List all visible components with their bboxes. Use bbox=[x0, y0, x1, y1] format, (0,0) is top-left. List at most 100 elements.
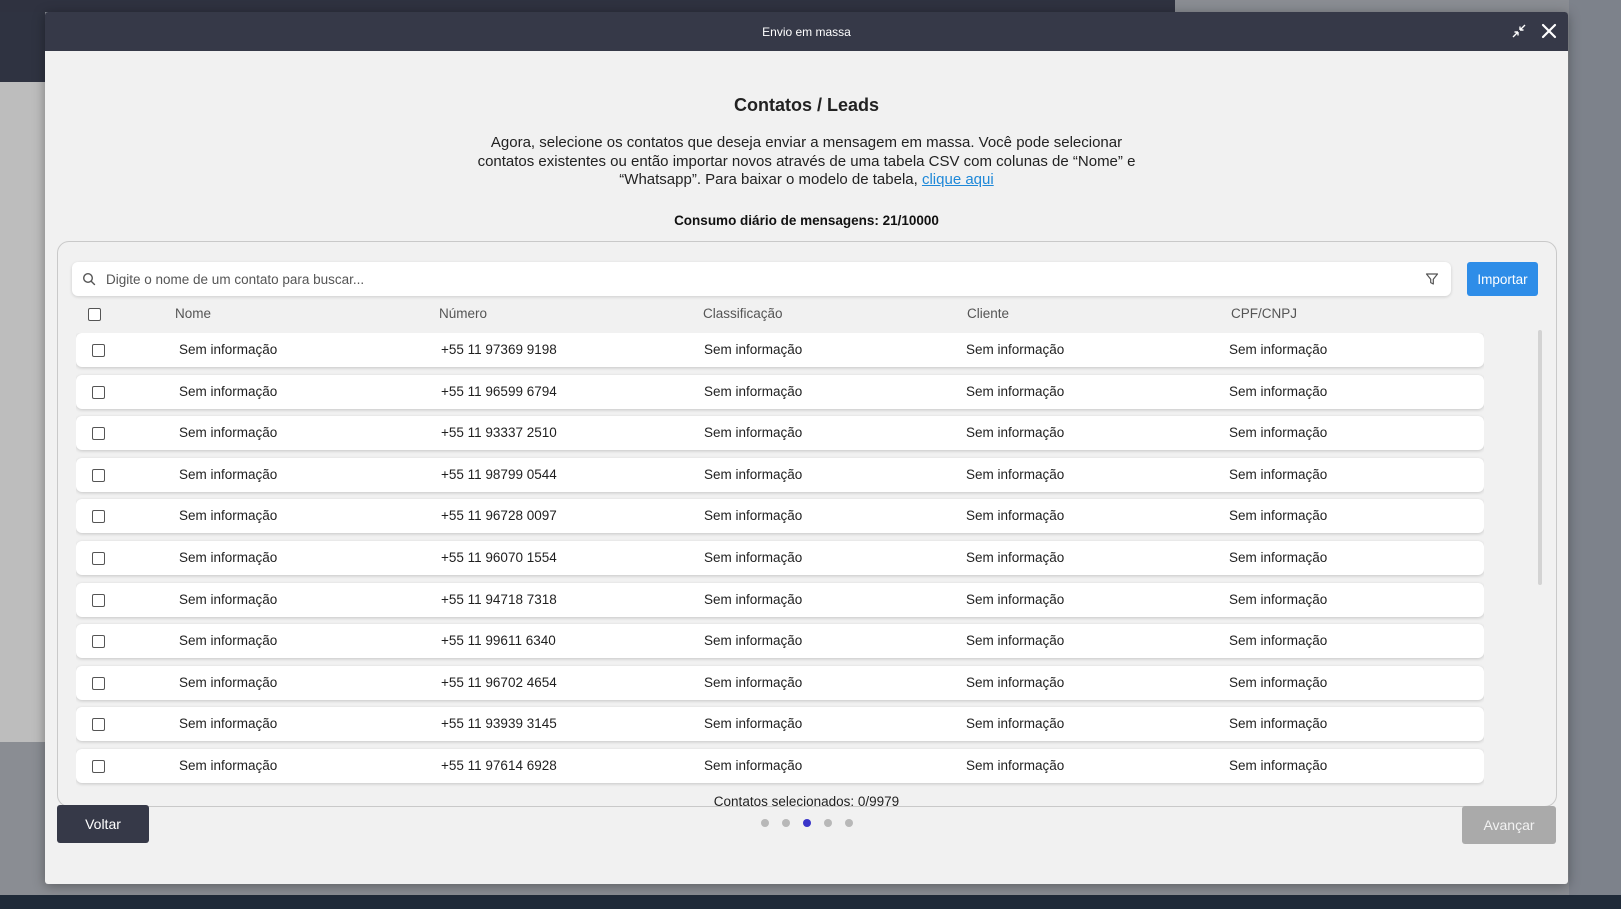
table-header: Nome Número Classificação Cliente CPF/CN… bbox=[72, 304, 1490, 326]
row-checkbox[interactable] bbox=[92, 385, 105, 399]
cell-nome: Sem informação bbox=[179, 633, 278, 649]
cell-nome: Sem informação bbox=[179, 466, 278, 482]
cell-nome: Sem informação bbox=[179, 716, 278, 732]
search-bar bbox=[72, 262, 1451, 296]
background-app-sidebar bbox=[0, 12, 45, 82]
cell-cpf-cnpj: Sem informação bbox=[1229, 508, 1328, 524]
step-dot bbox=[823, 819, 832, 827]
os-taskbar bbox=[0, 895, 1621, 909]
column-header-cpf-cnpj[interactable]: CPF/CNPJ bbox=[1231, 306, 1297, 321]
step-dot bbox=[781, 819, 790, 827]
table-row[interactable]: Sem informação +55 11 96070 1554 Sem inf… bbox=[76, 540, 1484, 575]
row-checkbox[interactable] bbox=[92, 510, 105, 524]
cell-numero: +55 11 96599 6794 bbox=[441, 383, 557, 399]
filter-icon[interactable] bbox=[1425, 271, 1441, 287]
search-input[interactable] bbox=[106, 271, 1425, 287]
cell-cliente: Sem informação bbox=[966, 342, 1065, 357]
back-button[interactable]: Voltar bbox=[57, 805, 149, 843]
modal-header: Envio em massa bbox=[45, 12, 1568, 51]
table-row[interactable]: Sem informação +55 11 98799 0544 Sem inf… bbox=[76, 457, 1484, 492]
next-button[interactable]: Avançar bbox=[1462, 806, 1556, 844]
table-row[interactable]: Sem informação +55 11 96702 4654 Sem inf… bbox=[76, 665, 1484, 700]
step-dot bbox=[760, 819, 769, 827]
row-checkbox[interactable] bbox=[92, 718, 105, 732]
table-row[interactable]: Sem informação +55 11 99611 6340 Sem inf… bbox=[76, 624, 1484, 659]
cell-nome: Sem informação bbox=[179, 425, 278, 441]
cell-classificacao: Sem informação bbox=[704, 633, 803, 649]
cell-numero: +55 11 96070 1554 bbox=[441, 549, 557, 565]
table-row[interactable]: Sem informação +55 11 97614 6928 Sem inf… bbox=[76, 748, 1484, 783]
close-icon[interactable] bbox=[1538, 20, 1560, 42]
cell-cpf-cnpj: Sem informação bbox=[1229, 549, 1328, 565]
cell-cpf-cnpj: Sem informação bbox=[1229, 633, 1328, 649]
cell-cpf-cnpj: Sem informação bbox=[1229, 716, 1328, 732]
bulk-send-modal: Envio em massa Contatos / Leads Agora, s… bbox=[45, 12, 1568, 884]
table-scrollbar[interactable] bbox=[1538, 330, 1542, 585]
cell-cliente: Sem informação bbox=[966, 757, 1065, 773]
table-row[interactable]: Sem informação +55 11 97369 9198 Sem inf… bbox=[76, 333, 1484, 367]
table-row[interactable]: Sem informação +55 11 96728 0097 Sem inf… bbox=[76, 499, 1484, 534]
row-checkbox[interactable] bbox=[92, 468, 105, 482]
cell-nome: Sem informação bbox=[179, 342, 278, 357]
cell-cpf-cnpj: Sem informação bbox=[1229, 466, 1328, 482]
column-header-numero[interactable]: Número bbox=[439, 306, 487, 321]
search-icon bbox=[82, 271, 98, 287]
table-row[interactable]: Sem informação +55 11 96599 6794 Sem inf… bbox=[76, 374, 1484, 409]
cell-nome: Sem informação bbox=[179, 674, 278, 690]
table-row[interactable]: Sem informação +55 11 93337 2510 Sem inf… bbox=[76, 416, 1484, 451]
row-checkbox[interactable] bbox=[92, 551, 105, 565]
row-checkbox[interactable] bbox=[92, 635, 105, 649]
cell-nome: Sem informação bbox=[179, 757, 278, 773]
cell-classificacao: Sem informação bbox=[704, 716, 803, 732]
contacts-list: Sem informação +55 11 97369 9198 Sem inf… bbox=[76, 333, 1484, 803]
column-header-cliente[interactable]: Cliente bbox=[967, 306, 1009, 321]
step-indicator bbox=[760, 819, 853, 827]
background-app-topbar bbox=[0, 0, 1175, 12]
select-all-checkbox[interactable] bbox=[88, 308, 101, 321]
column-header-classificacao[interactable]: Classificação bbox=[703, 306, 783, 321]
cell-classificacao: Sem informação bbox=[704, 466, 803, 482]
cell-classificacao: Sem informação bbox=[704, 425, 803, 441]
daily-usage-label: Consumo diário de mensagens: 21/10000 bbox=[674, 213, 939, 228]
row-checkbox[interactable] bbox=[92, 427, 105, 441]
cell-numero: +55 11 97614 6928 bbox=[441, 757, 557, 773]
cell-classificacao: Sem informação bbox=[704, 757, 803, 773]
selected-contacts-count: Contatos selecionados: 0/9979 bbox=[713, 794, 900, 809]
instructions-body: Agora, selecione os contatos que deseja … bbox=[477, 134, 1136, 188]
row-checkbox[interactable] bbox=[92, 759, 105, 773]
cell-classificacao: Sem informação bbox=[704, 508, 803, 524]
cell-nome: Sem informação bbox=[179, 591, 278, 607]
step-dot bbox=[844, 819, 853, 827]
background-app-right bbox=[1569, 0, 1621, 895]
cell-numero: +55 11 96728 0097 bbox=[441, 508, 557, 524]
import-button[interactable]: Importar bbox=[1467, 262, 1538, 296]
cell-cpf-cnpj: Sem informação bbox=[1229, 425, 1328, 441]
cell-classificacao: Sem informação bbox=[704, 549, 803, 565]
background-app-panel bbox=[0, 82, 45, 742]
modal-title: Envio em massa bbox=[762, 24, 851, 39]
cell-cliente: Sem informação bbox=[966, 466, 1065, 482]
cell-classificacao: Sem informação bbox=[704, 383, 803, 399]
column-header-nome[interactable]: Nome bbox=[175, 306, 211, 321]
table-row[interactable]: Sem informação +55 11 94718 7318 Sem inf… bbox=[76, 582, 1484, 617]
row-checkbox[interactable] bbox=[92, 676, 105, 690]
cell-classificacao: Sem informação bbox=[704, 674, 803, 690]
cell-cpf-cnpj: Sem informação bbox=[1229, 383, 1328, 399]
cell-nome: Sem informação bbox=[179, 383, 278, 399]
cell-numero: +55 11 94718 7318 bbox=[441, 591, 557, 607]
cell-nome: Sem informação bbox=[179, 508, 278, 524]
cell-cliente: Sem informação bbox=[966, 591, 1065, 607]
row-checkbox[interactable] bbox=[92, 593, 105, 607]
table-row[interactable]: Sem informação +55 11 93939 3145 Sem inf… bbox=[76, 707, 1484, 742]
cell-cliente: Sem informação bbox=[966, 549, 1065, 565]
cell-cliente: Sem informação bbox=[966, 633, 1065, 649]
instructions-text: Agora, selecione os contatos que deseja … bbox=[462, 134, 1152, 190]
cell-numero: +55 11 99611 6340 bbox=[441, 633, 556, 649]
row-checkbox[interactable] bbox=[92, 344, 105, 357]
cell-cpf-cnpj: Sem informação bbox=[1229, 591, 1328, 607]
download-template-link[interactable]: clique aqui bbox=[922, 171, 994, 188]
cell-cpf-cnpj: Sem informação bbox=[1229, 757, 1328, 773]
cell-numero: +55 11 96702 4654 bbox=[441, 674, 557, 690]
contacts-panel: Importar Nome Número Classificação Clien… bbox=[57, 241, 1557, 807]
minimize-icon[interactable] bbox=[1508, 20, 1530, 42]
